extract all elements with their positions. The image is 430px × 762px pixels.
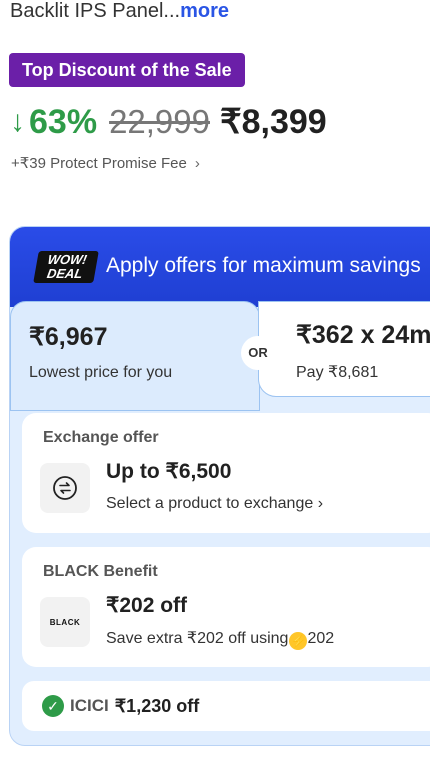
- wow-deal-badge: WOW! DEAL: [33, 251, 99, 283]
- offers-panel: WOW! DEAL Apply offers for maximum savin…: [9, 226, 430, 746]
- final-price: ₹8,399: [220, 103, 327, 141]
- offers-header-title: Apply offers for maximum savings: [106, 254, 421, 277]
- lowest-price-label: Lowest price for you: [29, 364, 173, 381]
- description-text: Backlit IPS Panel...: [10, 0, 181, 22]
- exchange-amount: Up to ₹6,500: [106, 460, 232, 483]
- black-logo-text: BLACK: [49, 617, 81, 627]
- emi-amount: ₹362 x 24m: [296, 321, 430, 349]
- exchange-offer-title: Exchange offer: [43, 429, 159, 446]
- wow-badge-bottom: DEAL: [45, 266, 84, 281]
- lowest-price-amount: ₹6,967: [29, 323, 108, 351]
- icici-offer-amount: ₹1,230 off: [114, 695, 200, 716]
- black-benefit-title: BLACK Benefit: [43, 563, 158, 580]
- exchange-subtitle-text: Select a product to exchange: [106, 495, 314, 512]
- black-benefit-card[interactable]: BLACK Benefit BLACK ₹202 off Save extra …: [22, 547, 430, 667]
- black-subtitle-text: Save extra ₹202 off using: [106, 630, 289, 647]
- chevron-right-icon: ›: [194, 155, 200, 172]
- more-link[interactable]: more: [180, 0, 229, 22]
- exchange-subtitle[interactable]: Select a product to exchange ›: [106, 495, 323, 513]
- supercoin-amount: 202: [307, 630, 335, 647]
- sale-tag: Top Discount of the Sale: [9, 53, 245, 87]
- icici-offer-row: ✓ ICICI ₹1,230 off: [42, 695, 199, 717]
- supercoin-bolt-icon: ⚡: [289, 632, 308, 650]
- check-icon: ✓: [42, 695, 64, 717]
- icici-offer-card[interactable]: ✓ ICICI ₹1,230 off: [22, 681, 430, 731]
- emi-option[interactable]: ₹362 x 24m Pay ₹8,681: [258, 301, 430, 397]
- discount-percent: ↓ 63%: [10, 103, 97, 142]
- down-arrow-icon: ↓: [10, 105, 25, 138]
- offers-header: WOW! DEAL Apply offers for maximum savin…: [10, 227, 430, 307]
- fee-text: +₹39 Protect Promise Fee: [11, 155, 187, 172]
- chevron-right-icon: ›: [317, 495, 324, 512]
- black-benefit-subtitle: Save extra ₹202 off using ⚡202: [106, 628, 334, 650]
- mrp-price: 22,999: [109, 103, 210, 140]
- or-badge: OR: [241, 336, 275, 370]
- price-row: ↓ 63% 22,999 ₹8,399: [10, 100, 327, 144]
- icici-bank-label: ICICI: [70, 696, 109, 715]
- emi-pay-total: Pay ₹8,681: [296, 364, 379, 381]
- wow-badge-top: WOW!: [46, 252, 89, 267]
- black-logo-icon: BLACK: [40, 597, 90, 647]
- black-benefit-amount: ₹202 off: [106, 594, 188, 617]
- protect-promise-fee[interactable]: +₹39 Protect Promise Fee ›: [11, 154, 200, 172]
- discount-value: 63%: [29, 102, 98, 141]
- exchange-offer-card[interactable]: Exchange offer Up to ₹6,500 Select a pro…: [22, 413, 430, 533]
- product-description: Backlit IPS Panel...more: [10, 0, 229, 23]
- exchange-icon: [40, 463, 90, 513]
- lowest-price-option[interactable]: ₹6,967 Lowest price for you: [10, 301, 260, 411]
